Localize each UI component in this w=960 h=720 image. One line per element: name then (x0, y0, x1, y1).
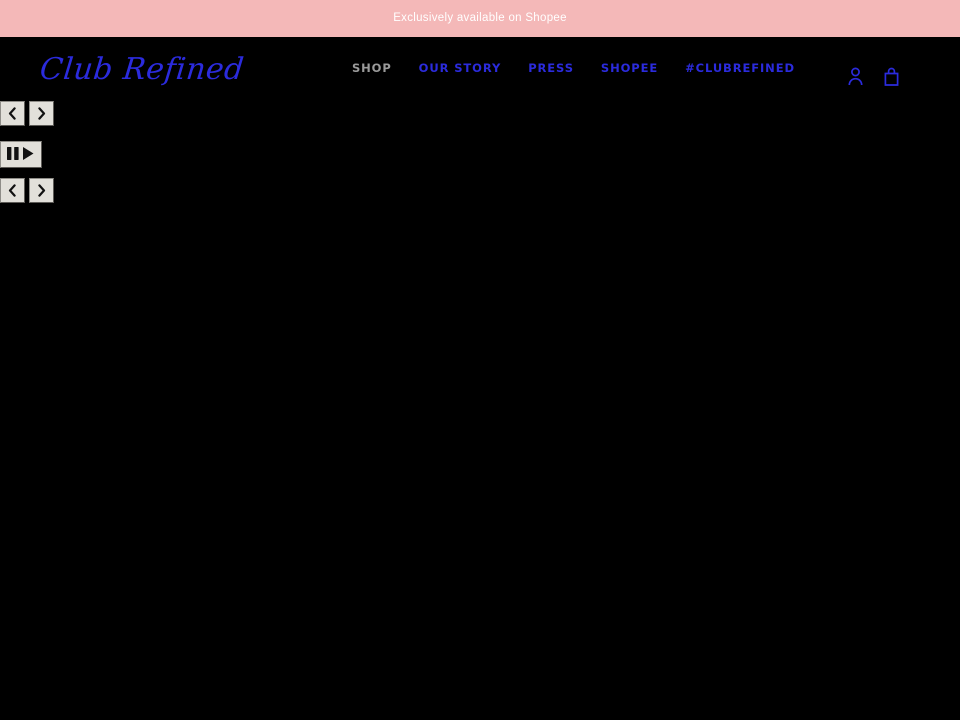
main-navigation: SHOP OUR STORY PRESS SHOPEE #CLUBREFINED (352, 59, 844, 79)
chevron-right-icon (36, 184, 47, 197)
nav-link-our-story[interactable]: OUR STORY (419, 59, 502, 79)
shopping-bag-icon (884, 67, 899, 86)
account-button[interactable] (844, 64, 866, 88)
slideshow-play-pause-button[interactable] (0, 141, 42, 168)
announcement-text: Exclusively available on Shopee (393, 11, 567, 24)
chevron-left-icon (7, 107, 18, 120)
nav-link-shopee[interactable]: SHOPEE (601, 59, 658, 79)
site-header: Club Refined SHOP OUR STORY PRESS SHOPEE… (0, 37, 960, 101)
announcement-bar: Exclusively available on Shopee (0, 0, 960, 39)
chevron-left-icon (7, 184, 18, 197)
nav-link-press[interactable]: PRESS (528, 59, 574, 79)
nav-link-shop[interactable]: SHOP (352, 59, 392, 79)
brand-logo[interactable]: Club Refined (38, 52, 246, 87)
slideshow-arrows-top (0, 101, 58, 126)
pause-play-icon (6, 146, 36, 164)
nav-link-clubrefined[interactable]: #CLUBREFINED (685, 59, 795, 79)
slideshow-next-button-bottom[interactable] (29, 178, 54, 203)
account-icon (847, 67, 863, 86)
slideshow-prev-button-bottom[interactable] (0, 178, 25, 203)
slideshow-arrows-bottom (0, 178, 58, 203)
slideshow-controls (0, 101, 58, 203)
cart-button[interactable] (880, 64, 902, 88)
page-content-area (0, 101, 960, 720)
slideshow-prev-button-top[interactable] (0, 101, 25, 126)
chevron-right-icon (36, 107, 47, 120)
slideshow-next-button-top[interactable] (29, 101, 54, 126)
header-actions (844, 64, 902, 88)
